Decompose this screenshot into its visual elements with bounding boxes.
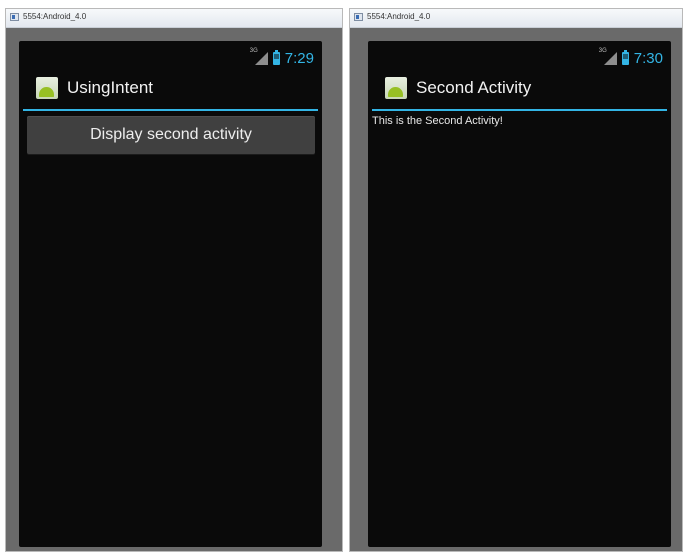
device-screen: 3G 7:29 UsingIntent Display second activ… <box>19 41 322 547</box>
action-bar: UsingIntent <box>19 74 322 108</box>
status-clock: 7:29 <box>284 49 314 67</box>
status-bar: 3G 7:29 <box>250 48 314 68</box>
action-bar-divider <box>23 109 318 111</box>
signal-icon: 3G <box>250 48 268 65</box>
window-titlebar[interactable]: 5554:Android_4.0 <box>6 9 342 28</box>
emulator-window-right: 5554:Android_4.0 3G 7:30 Second Activity… <box>349 8 683 552</box>
status-bar: 3G 7:30 <box>599 48 663 68</box>
action-bar-title: Second Activity <box>416 78 532 97</box>
battery-icon <box>621 49 629 65</box>
android-app-icon[interactable] <box>36 77 58 99</box>
display-second-activity-button[interactable]: Display second activity <box>27 116 315 154</box>
window-title: 5554:Android_4.0 <box>23 12 87 21</box>
action-bar: Second Activity <box>368 74 671 108</box>
emulator-window-left: 5554:Android_4.0 3G 7:29 UsingIntent Dis… <box>5 8 343 552</box>
device-screen: 3G 7:30 Second Activity This is the Seco… <box>368 41 671 547</box>
action-bar-title: UsingIntent <box>67 78 153 97</box>
device-bezel: 3G 7:29 UsingIntent Display second activ… <box>6 28 342 551</box>
window-title: 5554:Android_4.0 <box>367 12 431 21</box>
window-titlebar[interactable]: 5554:Android_4.0 <box>350 9 682 28</box>
android-app-icon[interactable] <box>385 77 407 99</box>
emulator-window-icon <box>354 13 363 21</box>
second-activity-text: This is the Second Activity! <box>372 115 503 127</box>
action-bar-divider <box>372 109 667 111</box>
signal-icon: 3G <box>599 48 617 65</box>
status-clock: 7:30 <box>633 49 663 67</box>
emulator-window-icon <box>10 13 19 21</box>
battery-icon <box>272 49 280 65</box>
device-bezel: 3G 7:30 Second Activity This is the Seco… <box>350 28 682 551</box>
